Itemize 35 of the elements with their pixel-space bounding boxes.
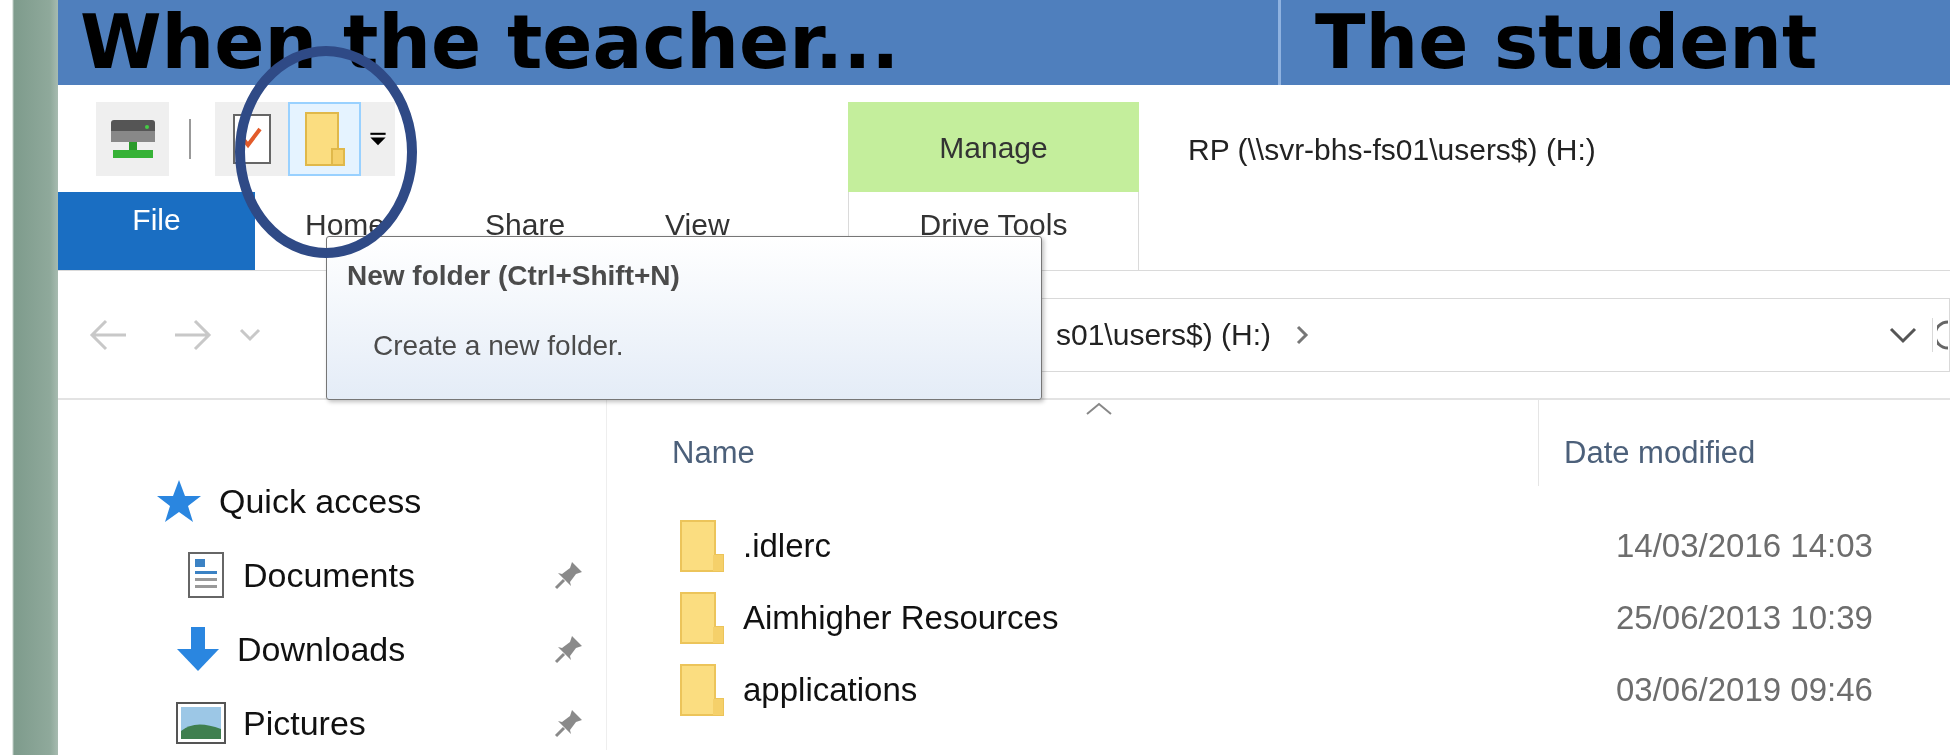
window-title: RP (\\svr-bhs-fs01\users$) (H:) <box>1187 132 1596 168</box>
nav-item[interactable]: Downloads <box>237 623 406 675</box>
slide-heading: The student <box>1314 0 1818 85</box>
dropdown-icon[interactable] <box>1888 325 1918 344</box>
nav-item[interactable]: Documents <box>243 549 415 601</box>
image-icon <box>175 701 227 745</box>
drive-icon <box>108 117 157 160</box>
address-path: s01\users$) (H:) <box>1056 317 1272 353</box>
context-tab-header: Manage <box>848 102 1139 193</box>
column-header[interactable]: Date modified <box>1538 400 1756 486</box>
date-cell-text: 25/06/2013 10:39 <box>1615 598 1873 639</box>
pin-icon[interactable] <box>554 634 584 664</box>
sort-caret-icon[interactable] <box>1085 402 1113 416</box>
file-name[interactable]: applications <box>725 665 1591 715</box>
nav-item[interactable]: Pictures <box>243 697 366 749</box>
pin-icon[interactable] <box>554 708 584 738</box>
refresh-icon[interactable] <box>1932 317 1949 352</box>
date-cell-text: 03/06/2019 09:46 <box>1615 670 1873 711</box>
file-tab[interactable]: File <box>58 192 255 270</box>
folder-icon <box>679 591 725 645</box>
date-cell-text: 14/03/2016 14:03 <box>1615 526 1873 567</box>
column-header[interactable]: Name <box>607 400 1538 510</box>
folder-icon <box>679 519 725 573</box>
tooltip-title: New folder (Ctrl+Shift+N) <box>347 259 681 293</box>
customize-button[interactable] <box>361 101 395 176</box>
chevron-icon[interactable] <box>1295 323 1310 346</box>
download-arrow-icon <box>175 625 221 673</box>
folder-icon <box>679 663 725 717</box>
pin-icon[interactable] <box>554 560 584 590</box>
drive-button[interactable] <box>96 101 169 176</box>
nav-item[interactable]: Quick access <box>219 475 422 527</box>
file-name[interactable]: Aimhigher Resources <box>725 593 1591 643</box>
tooltip-text: Create a new folder. <box>372 329 625 363</box>
file-name[interactable]: .idlerc <box>725 521 1591 571</box>
document-icon <box>187 551 225 599</box>
